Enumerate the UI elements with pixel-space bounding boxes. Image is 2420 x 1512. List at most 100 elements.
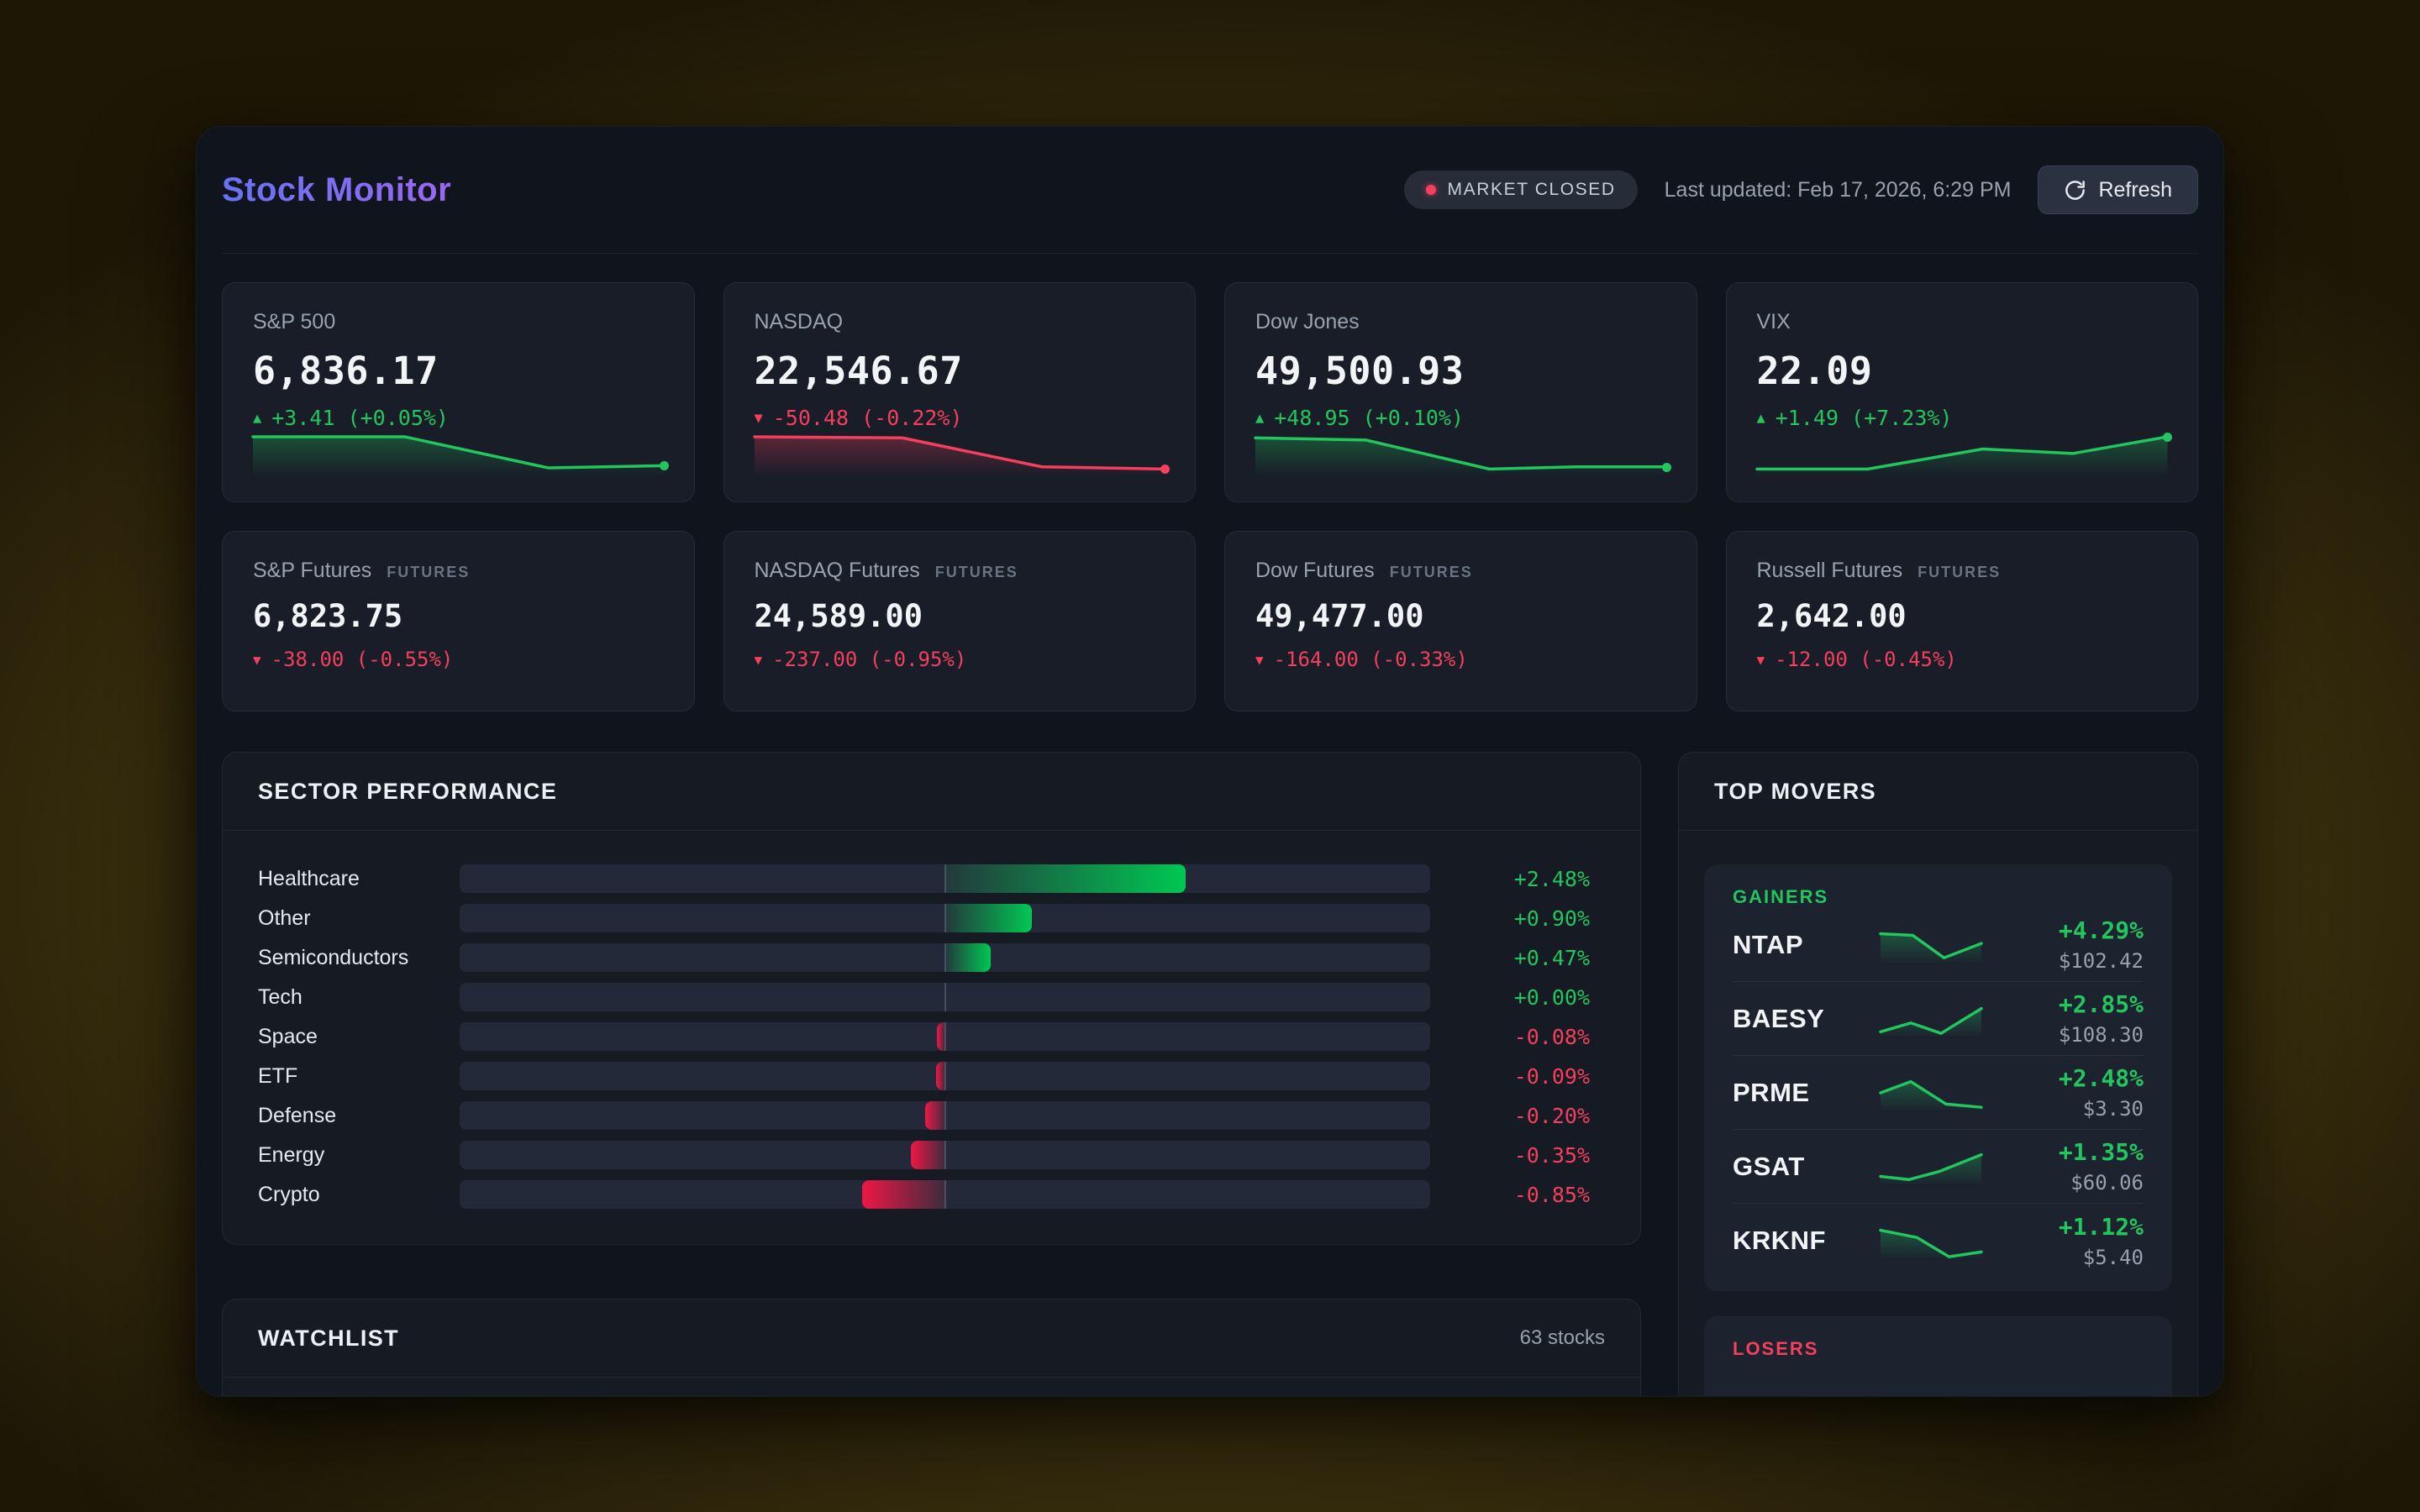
mover-symbol: KRKNF [1733, 1226, 1867, 1256]
sector-performance-panel: SECTOR PERFORMANCE Healthcare+2.48% Other… [222, 752, 1641, 1245]
sector-label: ETF [258, 1064, 426, 1089]
mover-change: +4.29% [2059, 916, 2144, 944]
mover-symbol: BAESY [1733, 1004, 1867, 1034]
mover-price: $3.30 [2059, 1097, 2144, 1121]
sector-percent: -0.20% [1464, 1104, 1590, 1128]
left-column: SECTOR PERFORMANCE Healthcare+2.48% Other… [222, 752, 1641, 1397]
gainers-card: GAINERS NTAP+4.29%$102.42BAESY+2.85%$108… [1704, 864, 2172, 1291]
futures-tag: FUTURES [387, 564, 470, 581]
losers-card: LOSERS [1704, 1316, 2172, 1397]
refresh-icon [2064, 179, 2086, 202]
index-name: VIX [1757, 310, 2168, 334]
index-card-vix[interactable]: VIX 22.09 ▲ +1.49 (+7.23%) [1726, 282, 2199, 502]
mover-row-gsat[interactable]: GSAT+1.35%$60.06 [1733, 1130, 2144, 1204]
index-change: ▲ +1.49 (+7.23%) [1757, 406, 2168, 430]
sector-label: Other [258, 906, 426, 931]
futures-card-sp[interactable]: S&P Futures FUTURES 6,823.75 ▼ -38.00 (-… [222, 531, 695, 711]
sector-bar [925, 1101, 944, 1130]
mover-sparkline [1881, 1001, 1981, 1037]
sparkline-end-dot-icon [1662, 463, 1671, 472]
index-change-text: +1.49 (+7.23%) [1776, 406, 1953, 430]
futures-tag: FUTURES [1918, 564, 2001, 581]
futures-card-dow[interactable]: Dow Futures FUTURES 49,477.00 ▼ -164.00 … [1224, 531, 1697, 711]
sparkline-end-dot-icon [660, 461, 669, 470]
watchlist-count: 63 stocks [1520, 1326, 1605, 1350]
index-sparkline [1255, 430, 1666, 475]
mover-row-krknf[interactable]: KRKNF +1.12% $5.40 [1733, 1204, 2144, 1278]
futures-cards-row: S&P Futures FUTURES 6,823.75 ▼ -38.00 (-… [222, 531, 2198, 711]
sector-performance-title: SECTOR PERFORMANCE [258, 779, 557, 805]
mover-sparkline [1881, 927, 1981, 963]
mover-price: $108.30 [2059, 1023, 2144, 1047]
refresh-button[interactable]: Refresh [2038, 165, 2198, 214]
market-status-label: MARKET CLOSED [1448, 180, 1616, 200]
sector-label: Defense [258, 1104, 426, 1128]
mover-row-prme[interactable]: PRME+2.48%$3.30 [1733, 1056, 2144, 1130]
sector-row: Healthcare+2.48% [258, 864, 1590, 893]
sector-label: Crypto [258, 1183, 426, 1207]
sector-label: Tech [258, 985, 426, 1010]
sector-bar-track [460, 1180, 1430, 1209]
futures-card-nasdaq[interactable]: NASDAQ Futures FUTURES 24,589.00 ▼ -237.… [723, 531, 1197, 711]
sector-percent: -0.85% [1464, 1183, 1590, 1207]
sector-percent: -0.09% [1464, 1064, 1590, 1089]
futures-name: Dow Futures [1255, 559, 1375, 583]
futures-value: 49,477.00 [1255, 598, 1666, 634]
sector-bar [911, 1141, 944, 1169]
mover-row-ntap[interactable]: NTAP+4.29%$102.42 [1733, 908, 2144, 982]
index-card-sp500[interactable]: S&P 500 6,836.17 ▲ +3.41 (+0.05%) [222, 282, 695, 502]
sector-percent: +0.47% [1464, 946, 1590, 970]
index-change-text: -50.48 (-0.22%) [773, 406, 963, 430]
mover-sparkline [1881, 1223, 1981, 1258]
futures-value: 6,823.75 [253, 598, 664, 634]
sector-bar-track [460, 1062, 1430, 1090]
index-card-nasdaq[interactable]: NASDAQ 22,546.67 ▼ -50.48 (-0.22%) [723, 282, 1197, 502]
sector-bar [945, 904, 1033, 932]
index-change-text: +3.41 (+0.05%) [271, 406, 449, 430]
header-bar: Stock Monitor MARKET CLOSED Last updated… [222, 127, 2198, 254]
mover-change: +2.85% [2059, 990, 2144, 1018]
refresh-label: Refresh [2098, 178, 2172, 202]
futures-value: 24,589.00 [755, 598, 1165, 634]
index-name: S&P 500 [253, 310, 664, 334]
index-value: 22,546.67 [755, 349, 1165, 393]
index-sparkline [253, 430, 664, 475]
futures-change-text: -38.00 (-0.55%) [271, 648, 454, 671]
sector-bar [945, 943, 991, 972]
sector-bar-track [460, 864, 1430, 893]
futures-change-text: -164.00 (-0.33%) [1274, 648, 1468, 671]
sparkline-end-dot-icon [2163, 433, 2172, 442]
sector-label: Energy [258, 1143, 426, 1168]
index-name: Dow Jones [1255, 310, 1666, 334]
sector-bar [862, 1180, 944, 1209]
sector-percent: -0.08% [1464, 1025, 1590, 1049]
index-sparkline [1757, 430, 2168, 475]
sector-row: Defense -0.20% [258, 1101, 1590, 1130]
futures-change-text: -12.00 (-0.45%) [1775, 648, 1957, 671]
sector-label: Semiconductors [258, 946, 426, 970]
mover-change: +1.12% [2059, 1213, 2144, 1241]
down-triangle-icon: ▼ [755, 410, 763, 427]
sector-row: ETF -0.09% [258, 1062, 1590, 1090]
futures-card-russell[interactable]: Russell Futures FUTURES 2,642.00 ▼ -12.0… [1726, 531, 2199, 711]
sector-label: Healthcare [258, 867, 426, 891]
mover-price: $5.40 [2059, 1246, 2144, 1269]
mover-sparkline [1881, 1149, 1981, 1184]
index-change: ▼ -50.48 (-0.22%) [755, 406, 1165, 430]
index-card-dowjones[interactable]: Dow Jones 49,500.93 ▲ +48.95 (+0.10%) [1224, 282, 1697, 502]
sector-row: Other+0.90% [258, 904, 1590, 932]
last-updated-text: Last updated: Feb 17, 2026, 6:29 PM [1665, 178, 2012, 202]
sector-row: Energy-0.35% [258, 1141, 1590, 1169]
watchlist-filters [223, 1378, 1640, 1397]
up-triangle-icon: ▲ [253, 410, 261, 427]
mover-sparkline [1881, 1075, 1981, 1110]
index-change-text: +48.95 (+0.10%) [1274, 406, 1464, 430]
losers-label: LOSERS [1733, 1338, 2144, 1360]
futures-name: NASDAQ Futures [755, 559, 920, 583]
index-change: ▲ +48.95 (+0.10%) [1255, 406, 1666, 430]
watchlist-panel: WATCHLIST 63 stocks [222, 1299, 1641, 1397]
index-cards-row: S&P 500 6,836.17 ▲ +3.41 (+0.05%) NASDAQ… [222, 282, 2198, 502]
up-triangle-icon: ▲ [1255, 410, 1264, 427]
sector-percent: +0.00% [1464, 985, 1590, 1010]
mover-row-baesy[interactable]: BAESY +2.85% $108.30 [1733, 982, 2144, 1056]
